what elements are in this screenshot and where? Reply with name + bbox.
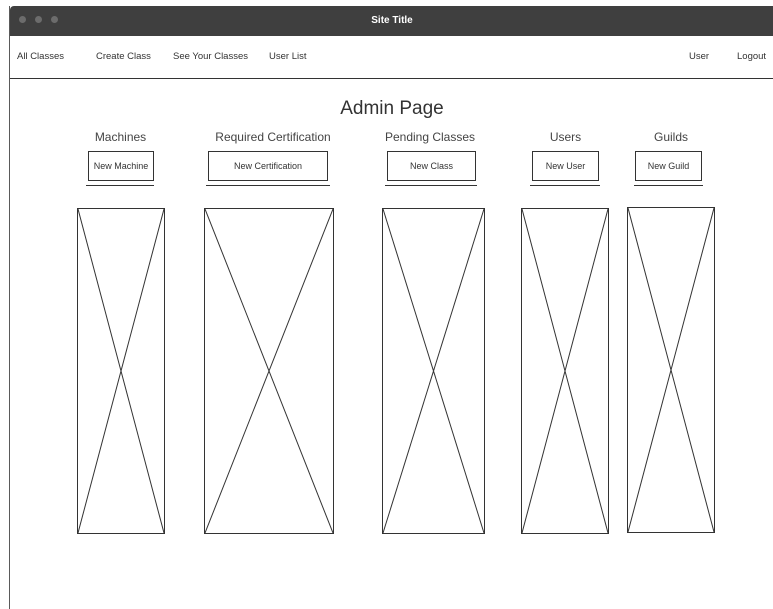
nav-logout[interactable]: Logout [737,36,766,78]
nav-all-classes[interactable]: All Classes [17,36,64,78]
column-title-required-certification: Required Certification [215,130,331,144]
column-title-pending-classes: Pending Classes [384,130,476,144]
new-class-button[interactable]: New Class [387,151,476,181]
column-divider [206,185,330,186]
nav-bar: All Classes Create Class See Your Classe… [10,36,773,79]
column-divider [530,185,600,186]
placeholder-cross-icon [628,208,714,532]
certification-list-placeholder [204,208,334,534]
new-user-button[interactable]: New User [532,151,599,181]
placeholder-cross-icon [383,209,484,533]
column-title-guilds: Guilds [653,130,688,144]
users-list-placeholder [521,208,609,534]
browser-window: Site Title All Classes Create Class See … [9,6,773,609]
column-title-users: Users [549,130,582,144]
column-title-machines: Machines [94,130,147,144]
new-guild-button[interactable]: New Guild [635,151,702,181]
new-certification-button[interactable]: New Certification [208,151,328,181]
nav-create-class[interactable]: Create Class [96,36,151,78]
page-title: Admin Page [340,98,444,119]
column-divider [634,185,703,186]
column-divider [385,185,477,186]
nav-see-your-classes[interactable]: See Your Classes [173,36,248,78]
nav-user-list[interactable]: User List [269,36,306,78]
nav-user[interactable]: User [689,36,709,78]
guilds-list-placeholder [627,207,715,533]
site-title: Site Title [371,15,413,26]
title-bar: Site Title [10,6,773,36]
new-machine-button[interactable]: New Machine [88,151,154,181]
placeholder-cross-icon [522,209,608,533]
placeholder-cross-icon [78,209,164,533]
pending-classes-list-placeholder [382,208,485,534]
machines-list-placeholder [77,208,165,534]
placeholder-cross-icon [205,209,333,533]
column-divider [86,185,154,186]
